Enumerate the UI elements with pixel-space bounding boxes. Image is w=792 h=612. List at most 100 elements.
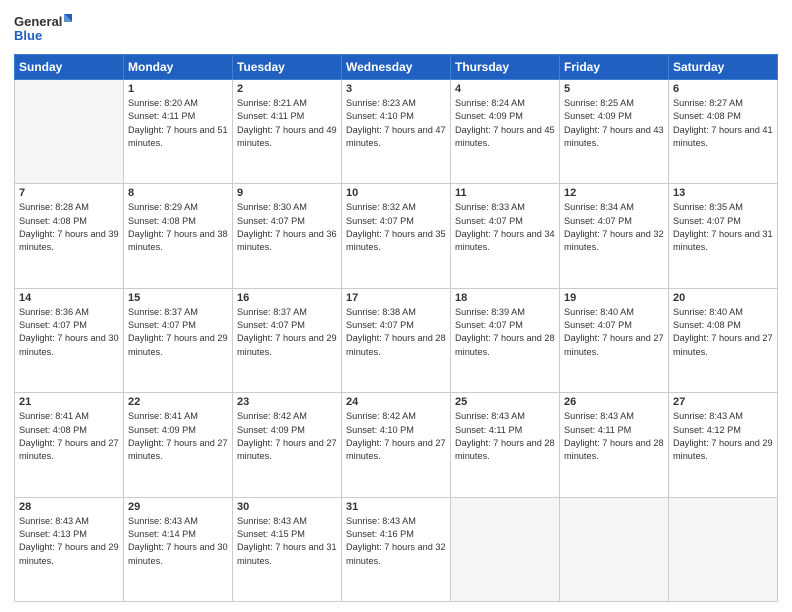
calendar-cell (669, 497, 778, 601)
day-header-wednesday: Wednesday (342, 55, 451, 80)
calendar-cell: 5 Sunrise: 8:25 AMSunset: 4:09 PMDaylight… (560, 80, 669, 184)
cell-info: Sunrise: 8:24 AMSunset: 4:09 PMDaylight:… (455, 97, 555, 150)
day-number: 2 (237, 83, 337, 95)
day-header-monday: Monday (124, 55, 233, 80)
cell-info: Sunrise: 8:23 AMSunset: 4:10 PMDaylight:… (346, 97, 446, 150)
calendar-cell: 30 Sunrise: 8:43 AMSunset: 4:15 PMDayligh… (233, 497, 342, 601)
day-number: 17 (346, 292, 446, 304)
week-row-1: 1 Sunrise: 8:20 AMSunset: 4:11 PMDaylight… (15, 80, 778, 184)
day-number: 10 (346, 187, 446, 199)
calendar-cell: 12Sunrise: 8:34 AMSunset: 4:07 PMDayligh… (560, 184, 669, 288)
calendar-cell: 31 Sunrise: 8:43 AMSunset: 4:16 PMDayligh… (342, 497, 451, 601)
logo-svg: General Blue (14, 10, 74, 48)
day-number: 16 (237, 292, 337, 304)
cell-info: Sunrise: 8:34 AMSunset: 4:07 PMDaylight:… (564, 201, 664, 254)
day-header-saturday: Saturday (669, 55, 778, 80)
cell-info: Sunrise: 8:38 AMSunset: 4:07 PMDaylight:… (346, 306, 446, 359)
page: General Blue SundayMondayTuesdayWednesda… (0, 0, 792, 612)
day-number: 22 (128, 396, 228, 408)
day-number: 24 (346, 396, 446, 408)
calendar-cell: 22 Sunrise: 8:41 AMSunset: 4:09 PMDayligh… (124, 393, 233, 497)
calendar-cell: 9 Sunrise: 8:30 AMSunset: 4:07 PMDaylight… (233, 184, 342, 288)
cell-info: Sunrise: 8:40 AMSunset: 4:08 PMDaylight:… (673, 306, 773, 359)
cell-info: Sunrise: 8:36 AMSunset: 4:07 PMDaylight:… (19, 306, 119, 359)
day-header-thursday: Thursday (451, 55, 560, 80)
calendar-cell (451, 497, 560, 601)
cell-info: Sunrise: 8:41 AMSunset: 4:09 PMDaylight:… (128, 410, 228, 463)
calendar-cell: 10 Sunrise: 8:32 AMSunset: 4:07 PMDayligh… (342, 184, 451, 288)
cell-info: Sunrise: 8:43 AMSunset: 4:11 PMDaylight:… (564, 410, 664, 463)
day-number: 18 (455, 292, 555, 304)
cell-info: Sunrise: 8:25 AMSunset: 4:09 PMDaylight:… (564, 97, 664, 150)
cell-info: Sunrise: 8:21 AMSunset: 4:11 PMDaylight:… (237, 97, 337, 150)
day-number: 14 (19, 292, 119, 304)
calendar-cell: 2 Sunrise: 8:21 AMSunset: 4:11 PMDaylight… (233, 80, 342, 184)
cell-info: Sunrise: 8:35 AMSunset: 4:07 PMDaylight:… (673, 201, 773, 254)
cell-info: Sunrise: 8:20 AMSunset: 4:11 PMDaylight:… (128, 97, 228, 150)
cell-info: Sunrise: 8:43 AMSunset: 4:12 PMDaylight:… (673, 410, 773, 463)
cell-info: Sunrise: 8:29 AMSunset: 4:08 PMDaylight:… (128, 201, 228, 254)
day-number: 23 (237, 396, 337, 408)
cell-info: Sunrise: 8:43 AMSunset: 4:16 PMDaylight:… (346, 515, 446, 568)
calendar-cell: 4Sunrise: 8:24 AMSunset: 4:09 PMDaylight… (451, 80, 560, 184)
cell-info: Sunrise: 8:37 AMSunset: 4:07 PMDaylight:… (237, 306, 337, 359)
calendar-cell (15, 80, 124, 184)
calendar-cell: 16 Sunrise: 8:37 AMSunset: 4:07 PMDayligh… (233, 288, 342, 392)
cell-info: Sunrise: 8:43 AMSunset: 4:11 PMDaylight:… (455, 410, 555, 463)
calendar-table: SundayMondayTuesdayWednesdayThursdayFrid… (14, 54, 778, 602)
calendar-cell: 24Sunrise: 8:42 AMSunset: 4:10 PMDayligh… (342, 393, 451, 497)
day-number: 7 (19, 187, 119, 199)
week-row-2: 7 Sunrise: 8:28 AMSunset: 4:08 PMDaylight… (15, 184, 778, 288)
day-number: 13 (673, 187, 773, 199)
calendar-cell: 19 Sunrise: 8:40 AMSunset: 4:07 PMDayligh… (560, 288, 669, 392)
svg-text:Blue: Blue (14, 28, 42, 43)
calendar-cell: 7 Sunrise: 8:28 AMSunset: 4:08 PMDaylight… (15, 184, 124, 288)
cell-info: Sunrise: 8:39 AMSunset: 4:07 PMDaylight:… (455, 306, 555, 359)
day-header-sunday: Sunday (15, 55, 124, 80)
calendar-cell: 21Sunrise: 8:41 AMSunset: 4:08 PMDayligh… (15, 393, 124, 497)
day-number: 31 (346, 501, 446, 513)
day-number: 30 (237, 501, 337, 513)
day-number: 19 (564, 292, 664, 304)
day-number: 8 (128, 187, 228, 199)
cell-info: Sunrise: 8:43 AMSunset: 4:15 PMDaylight:… (237, 515, 337, 568)
day-number: 1 (128, 83, 228, 95)
calendar-cell (560, 497, 669, 601)
calendar-cell: 17 Sunrise: 8:38 AMSunset: 4:07 PMDayligh… (342, 288, 451, 392)
calendar-cell: 8 Sunrise: 8:29 AMSunset: 4:08 PMDaylight… (124, 184, 233, 288)
day-number: 5 (564, 83, 664, 95)
calendar-cell: 20 Sunrise: 8:40 AMSunset: 4:08 PMDayligh… (669, 288, 778, 392)
day-number: 11 (455, 187, 555, 199)
week-row-4: 21Sunrise: 8:41 AMSunset: 4:08 PMDayligh… (15, 393, 778, 497)
day-number: 3 (346, 83, 446, 95)
week-row-3: 14 Sunrise: 8:36 AMSunset: 4:07 PMDayligh… (15, 288, 778, 392)
day-number: 9 (237, 187, 337, 199)
cell-info: Sunrise: 8:42 AMSunset: 4:09 PMDaylight:… (237, 410, 337, 463)
calendar-cell: 3 Sunrise: 8:23 AMSunset: 4:10 PMDaylight… (342, 80, 451, 184)
calendar-cell: 14 Sunrise: 8:36 AMSunset: 4:07 PMDayligh… (15, 288, 124, 392)
calendar-cell: 6Sunrise: 8:27 AMSunset: 4:08 PMDaylight… (669, 80, 778, 184)
day-number: 29 (128, 501, 228, 513)
day-number: 20 (673, 292, 773, 304)
cell-info: Sunrise: 8:28 AMSunset: 4:08 PMDaylight:… (19, 201, 119, 254)
calendar-cell: 1 Sunrise: 8:20 AMSunset: 4:11 PMDaylight… (124, 80, 233, 184)
cell-info: Sunrise: 8:30 AMSunset: 4:07 PMDaylight:… (237, 201, 337, 254)
calendar-header-row: SundayMondayTuesdayWednesdayThursdayFrid… (15, 55, 778, 80)
header: General Blue (14, 10, 778, 48)
day-header-tuesday: Tuesday (233, 55, 342, 80)
day-number: 25 (455, 396, 555, 408)
calendar-cell: 18 Sunrise: 8:39 AMSunset: 4:07 PMDayligh… (451, 288, 560, 392)
cell-info: Sunrise: 8:40 AMSunset: 4:07 PMDaylight:… (564, 306, 664, 359)
day-number: 28 (19, 501, 119, 513)
calendar-cell: 29Sunrise: 8:43 AMSunset: 4:14 PMDayligh… (124, 497, 233, 601)
logo: General Blue (14, 10, 74, 48)
calendar-cell: 27 Sunrise: 8:43 AMSunset: 4:12 PMDayligh… (669, 393, 778, 497)
calendar-cell: 23 Sunrise: 8:42 AMSunset: 4:09 PMDayligh… (233, 393, 342, 497)
calendar-cell: 11Sunrise: 8:33 AMSunset: 4:07 PMDayligh… (451, 184, 560, 288)
cell-info: Sunrise: 8:37 AMSunset: 4:07 PMDaylight:… (128, 306, 228, 359)
day-number: 27 (673, 396, 773, 408)
calendar-cell: 13 Sunrise: 8:35 AMSunset: 4:07 PMDayligh… (669, 184, 778, 288)
cell-info: Sunrise: 8:32 AMSunset: 4:07 PMDaylight:… (346, 201, 446, 254)
cell-info: Sunrise: 8:43 AMSunset: 4:13 PMDaylight:… (19, 515, 119, 568)
calendar-cell: 25 Sunrise: 8:43 AMSunset: 4:11 PMDayligh… (451, 393, 560, 497)
